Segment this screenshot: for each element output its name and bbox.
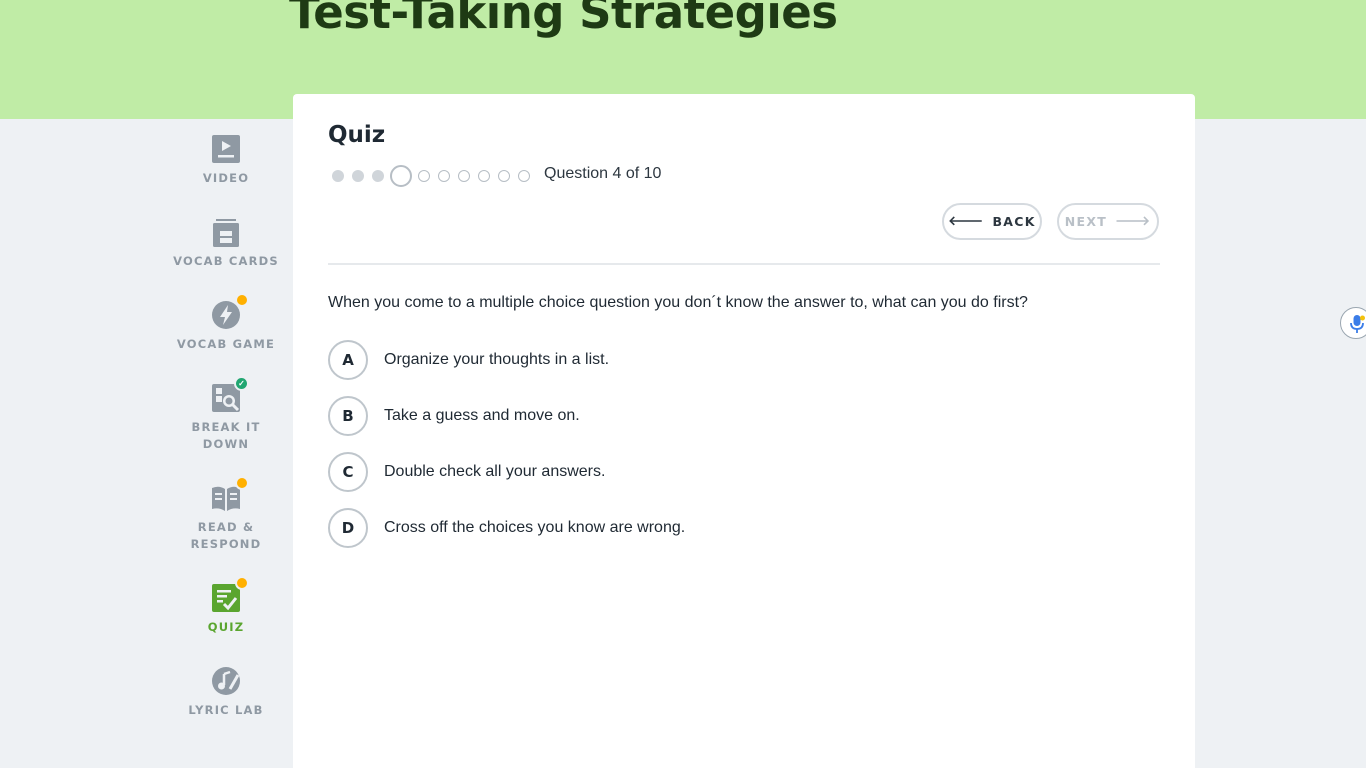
- progress-dot[interactable]: [478, 170, 490, 182]
- progress-dot[interactable]: [418, 170, 430, 182]
- question-text: When you come to a multiple choice quest…: [328, 294, 1028, 311]
- option-letter[interactable]: B: [328, 396, 368, 436]
- progress-dot[interactable]: [352, 170, 364, 182]
- sidebar-item-break-it-down[interactable]: ✓ BREAK IT DOWN: [170, 376, 282, 453]
- sidebar-item-label: BREAK IT DOWN: [191, 420, 261, 451]
- answer-option-c[interactable]: C Double check all your answers.: [328, 452, 1108, 492]
- sidebar-item-label: VIDEO: [202, 171, 250, 185]
- progress-dot[interactable]: [498, 170, 510, 182]
- option-letter[interactable]: D: [328, 508, 368, 548]
- answer-option-b[interactable]: B Take a guess and move on.: [328, 396, 1108, 436]
- lightning-icon: [210, 293, 249, 331]
- progress-dot[interactable]: [332, 170, 344, 182]
- progress-text: Question 4 of 10: [544, 165, 662, 182]
- sidebar-item-vocab-game[interactable]: VOCAB GAME: [170, 293, 282, 353]
- music-note-icon: [210, 665, 242, 697]
- answer-option-a[interactable]: A Organize your thoughts in a list.: [328, 340, 1108, 380]
- sidebar-item-label: VOCAB CARDS: [173, 254, 279, 268]
- back-button[interactable]: 🡐 BACK: [942, 203, 1042, 240]
- magnify-grid-icon: ✓: [210, 376, 249, 414]
- option-text[interactable]: Double check all your answers.: [384, 463, 605, 481]
- sidebar-item-label: READ & RESPOND: [190, 520, 262, 551]
- arrow-right-icon: 🡒: [1115, 214, 1152, 229]
- question-progress: [332, 164, 538, 188]
- sidebar-item-vocab-cards[interactable]: VOCAB CARDS: [170, 216, 282, 270]
- notification-dot: [235, 293, 249, 307]
- progress-dot[interactable]: [372, 170, 384, 182]
- page-title: Test-Taking Strategies: [289, 0, 838, 39]
- sidebar-item-label: QUIZ: [207, 620, 245, 634]
- sidebar-item-label: LYRIC LAB: [188, 703, 264, 717]
- complete-check-icon: ✓: [234, 376, 249, 391]
- voice-input-button[interactable]: [1340, 307, 1366, 339]
- sidebar-item-video[interactable]: VIDEO: [170, 133, 282, 187]
- divider: [328, 263, 1160, 265]
- next-button-label: NEXT: [1064, 214, 1108, 229]
- book-icon: [210, 476, 249, 514]
- sidebar-item-read-respond[interactable]: READ & RESPOND: [170, 476, 282, 553]
- sidebar-item-label: VOCAB GAME: [176, 337, 276, 351]
- notification-dot: [235, 576, 249, 590]
- quiz-heading: Quiz: [328, 122, 386, 148]
- sidebar-item-quiz[interactable]: QUIZ: [170, 576, 282, 636]
- option-letter[interactable]: C: [328, 452, 368, 492]
- option-text[interactable]: Cross off the choices you know are wrong…: [384, 519, 685, 537]
- progress-dot[interactable]: [438, 170, 450, 182]
- quiz-icon: [210, 576, 249, 614]
- quiz-card: Quiz Question 4 of 10 🡐 BACK NEXT 🡒 When…: [293, 94, 1195, 768]
- back-button-label: BACK: [992, 214, 1036, 229]
- arrow-left-icon: 🡐: [948, 214, 985, 229]
- progress-dot[interactable]: [458, 170, 470, 182]
- microphone-icon: [1350, 315, 1365, 333]
- option-letter[interactable]: A: [328, 340, 368, 380]
- progress-dot-current[interactable]: [390, 165, 412, 187]
- option-text[interactable]: Organize your thoughts in a list.: [384, 351, 609, 369]
- notification-dot: [235, 476, 249, 490]
- video-icon: [210, 133, 242, 165]
- next-button[interactable]: NEXT 🡒: [1057, 203, 1159, 240]
- vocab-cards-icon: [210, 216, 242, 248]
- answer-option-d[interactable]: D Cross off the choices you know are wro…: [328, 508, 1108, 548]
- option-text[interactable]: Take a guess and move on.: [384, 407, 580, 425]
- progress-dot[interactable]: [518, 170, 530, 182]
- sidebar-item-lyric-lab[interactable]: LYRIC LAB: [170, 665, 282, 719]
